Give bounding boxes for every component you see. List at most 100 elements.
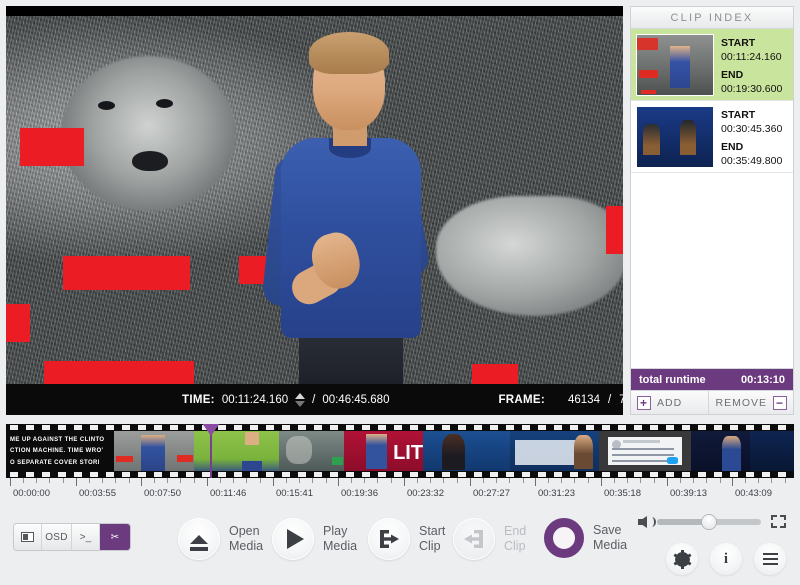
osd-button[interactable]: OSD <box>42 524 72 550</box>
ruler-tick-minor <box>561 478 562 483</box>
filmstrip-frame[interactable] <box>749 431 794 471</box>
ruler-tick-minor <box>574 478 575 483</box>
clip-list-item[interactable]: START 00:11:24.160 END 00:19:30.600 <box>631 29 793 101</box>
ruler-tick-minor <box>312 478 313 483</box>
ruler-tick-minor <box>430 478 431 483</box>
menu-button[interactable] <box>754 543 786 575</box>
end-clip-button[interactable]: End Clip <box>453 518 526 560</box>
presenter-figure <box>261 32 446 384</box>
current-time-value[interactable]: 00:11:24.160 <box>222 394 288 406</box>
video-frame[interactable] <box>6 16 623 384</box>
ruler-tick-major <box>141 478 142 486</box>
play-media-button[interactable]: Play Media <box>272 518 357 560</box>
time-separator: / <box>312 393 316 406</box>
clip-thumbnail[interactable] <box>636 34 714 96</box>
ruler-tick-minor <box>496 478 497 483</box>
filmstrip-frame[interactable] <box>510 431 599 471</box>
ruler-tick-major <box>10 478 11 486</box>
ruler-tick-minor <box>23 478 24 483</box>
ruler-tick-minor <box>167 478 168 483</box>
volume-knob[interactable] <box>702 514 716 529</box>
open-media-button[interactable]: Open Media <box>178 518 263 560</box>
video-player[interactable]: TIME: 00:11:24.160 / 00:46:45.680 FRAME:… <box>6 6 623 415</box>
ruler-tick-major <box>338 478 339 486</box>
speaker-icon[interactable] <box>638 515 656 528</box>
ruler-tick-label: 00:31:23 <box>538 488 575 499</box>
ruler-tick-minor <box>129 478 130 483</box>
end-clip-icon[interactable] <box>453 518 495 560</box>
playhead-marker[interactable] <box>202 424 220 478</box>
ruler-tick-minor <box>49 478 50 483</box>
filmstrip-frames[interactable]: ME UP AGAINST THE CLINTO CTION MACHINE. T… <box>6 431 794 471</box>
console-button[interactable]: >_ <box>72 524 100 550</box>
ruler-tick-label: 00:43:09 <box>735 488 772 499</box>
filmstrip-frame[interactable] <box>598 431 692 471</box>
ruler-tick-minor <box>706 478 707 483</box>
ruler-tick-label: 00:11:46 <box>210 488 247 499</box>
settings-row[interactable]: i <box>666 543 786 575</box>
ruler-tick-major <box>207 478 208 486</box>
open-media-label: Open Media <box>229 523 264 553</box>
filmstrip-frame[interactable] <box>114 431 195 471</box>
start-clip-button[interactable]: Start Clip <box>368 518 445 560</box>
lion-eye-right <box>156 99 173 108</box>
ruler-tick-label: 00:27:27 <box>473 488 510 499</box>
ruler-tick-label: 00:15:41 <box>276 488 313 499</box>
clip-index-list[interactable]: START 00:11:24.160 END 00:19:30.600 STAR… <box>631 29 793 369</box>
clip-list-item[interactable]: START 00:30:45.360 END 00:35:49.800 <box>631 101 793 173</box>
frame-separator: / <box>607 393 612 406</box>
lion-head <box>61 56 236 211</box>
ruler-tick-minor <box>680 478 681 483</box>
utility-button-group[interactable]: OSD >_ ✂ <box>14 524 130 550</box>
ruler-tick-minor <box>180 478 181 483</box>
info-button[interactable]: i <box>710 543 742 575</box>
filmstrip-frame[interactable] <box>194 431 280 471</box>
stepper-down-icon[interactable] <box>295 400 306 407</box>
play-icon[interactable] <box>272 518 314 560</box>
filmstrip-frame[interactable] <box>423 431 511 471</box>
save-media-button[interactable]: Save Media <box>544 518 627 558</box>
stepper-up-icon[interactable] <box>295 392 306 399</box>
save-ring-icon[interactable] <box>544 518 584 558</box>
clip-thumbnail[interactable] <box>636 106 714 168</box>
fullscreen-icon[interactable] <box>771 515 786 528</box>
time-label: TIME: <box>182 393 215 406</box>
clip-timecodes: START 00:30:45.360 END 00:35:49.800 <box>721 106 782 172</box>
ruler-tick-minor <box>246 478 247 483</box>
add-clip-button[interactable]: + ADD <box>631 391 709 414</box>
ruler-tick-minor <box>523 478 524 483</box>
minus-icon: − <box>773 395 787 410</box>
current-frame-value[interactable]: 46134 <box>568 394 600 406</box>
ruler-tick-minor <box>417 478 418 483</box>
redaction-block <box>606 206 623 254</box>
filmstrip-frame[interactable] <box>691 431 750 471</box>
ruler-tick-minor <box>63 478 64 483</box>
filmstrip-frame[interactable] <box>279 431 345 471</box>
settings-button[interactable] <box>666 543 698 575</box>
timeline[interactable]: ME UP AGAINST THE CLINTO CTION MACHINE. T… <box>0 420 800 486</box>
ruler-tick-minor <box>260 478 261 483</box>
volume-controls[interactable] <box>638 514 786 529</box>
filmstrip-frame[interactable]: ME UP AGAINST THE CLINTO CTION MACHINE. T… <box>6 431 115 471</box>
ruler-tick-label: 00:07:50 <box>144 488 181 499</box>
volume-slider[interactable] <box>657 514 761 529</box>
clip-end-value: 00:19:30.600 <box>721 83 783 96</box>
clip-index-header: CLIP INDEX <box>631 7 793 29</box>
clip-end-label: END <box>721 68 744 81</box>
eject-icon[interactable] <box>178 518 220 560</box>
remove-clip-button[interactable]: REMOVE − <box>708 391 793 414</box>
filmstrip-frame[interactable]: LIT <box>344 431 424 471</box>
timeline-ruler[interactable] <box>6 478 794 486</box>
start-clip-icon[interactable] <box>368 518 410 560</box>
clip-index-actions: + ADD REMOVE − <box>631 390 793 414</box>
ruler-tick-minor <box>89 478 90 483</box>
ruler-tick-minor <box>693 478 694 483</box>
time-stepper[interactable] <box>295 392 306 407</box>
remove-clip-label: REMOVE <box>715 396 767 409</box>
ruler-tick-minor <box>391 478 392 483</box>
ruler-tick-minor <box>483 478 484 483</box>
ruler-tick-minor <box>154 478 155 483</box>
filmstrip[interactable]: ME UP AGAINST THE CLINTO CTION MACHINE. T… <box>6 424 794 478</box>
snapshot-button[interactable] <box>14 524 42 550</box>
cut-button[interactable]: ✂ <box>100 524 130 550</box>
